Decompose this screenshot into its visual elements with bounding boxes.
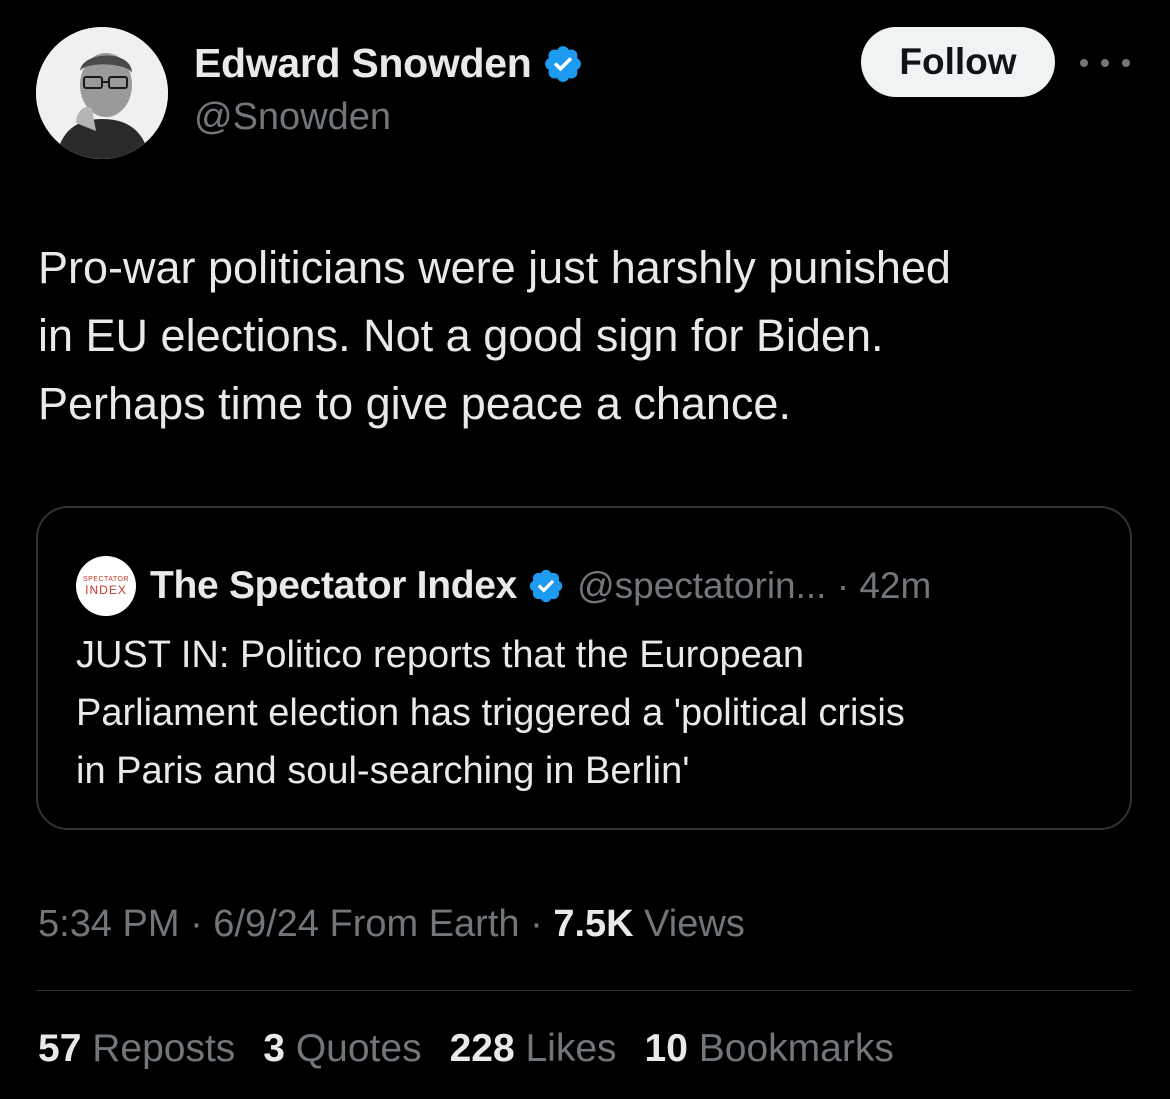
views-label: Views — [633, 903, 745, 945]
quoted-author-name: The Spectator Index — [150, 564, 518, 607]
author-name-row[interactable]: Edward Snowden — [194, 40, 584, 87]
quoted-tweet-card[interactable]: SPECTATOR INDEX The Spectator Index @spe… — [36, 506, 1132, 830]
quoted-tweet-header: SPECTATOR INDEX The Spectator Index @spe… — [76, 556, 931, 616]
author-display-name[interactable]: Edward Snowden — [194, 40, 532, 87]
timestamp[interactable]: 5:34 PM · 6/9/24 From Earth · — [38, 903, 553, 945]
person-photo-avatar — [36, 27, 168, 159]
verified-badge-icon — [529, 569, 563, 603]
quotes-stat[interactable]: 3 Quotes — [263, 1027, 421, 1071]
bookmarks-stat[interactable]: 10 Bookmarks — [645, 1027, 894, 1071]
tweet-text: Pro-war politicians were just harshly pu… — [38, 242, 951, 429]
bookmarks-count: 10 — [644, 1027, 688, 1070]
engagement-stats: 57 Reposts 3 Quotes 228 Likes 10 Bookmar… — [38, 1027, 922, 1071]
avatar-logo-line2: INDEX — [85, 583, 127, 597]
follow-button[interactable]: Follow — [861, 27, 1055, 97]
quotes-label: Quotes — [285, 1027, 422, 1070]
quoted-author-avatar: SPECTATOR INDEX — [76, 556, 136, 616]
author-avatar[interactable] — [36, 27, 168, 159]
verified-badge-icon — [544, 45, 581, 82]
views-count: 7.5K — [553, 903, 634, 945]
likes-count: 228 — [449, 1027, 515, 1070]
quoted-tweet-text: JUST IN: Politico reports that the Europ… — [76, 634, 905, 792]
quoted-author-handle-time: @spectatorin... · 42m — [577, 565, 932, 606]
quotes-count: 3 — [263, 1027, 285, 1070]
reposts-count: 57 — [38, 1027, 82, 1070]
divider — [36, 990, 1132, 991]
bookmarks-label: Bookmarks — [687, 1027, 894, 1070]
ellipsis-icon — [1080, 59, 1088, 67]
likes-stat[interactable]: 228 Likes — [450, 1027, 617, 1071]
reposts-stat[interactable]: 57 Reposts — [38, 1027, 235, 1071]
more-options-button[interactable] — [1080, 48, 1130, 78]
author-handle[interactable]: @Snowden — [194, 96, 391, 139]
tweet-meta: 5:34 PM · 6/9/24 From Earth · 7.5K Views — [38, 903, 745, 946]
reposts-label: Reposts — [81, 1027, 236, 1070]
likes-label: Likes — [514, 1027, 617, 1070]
